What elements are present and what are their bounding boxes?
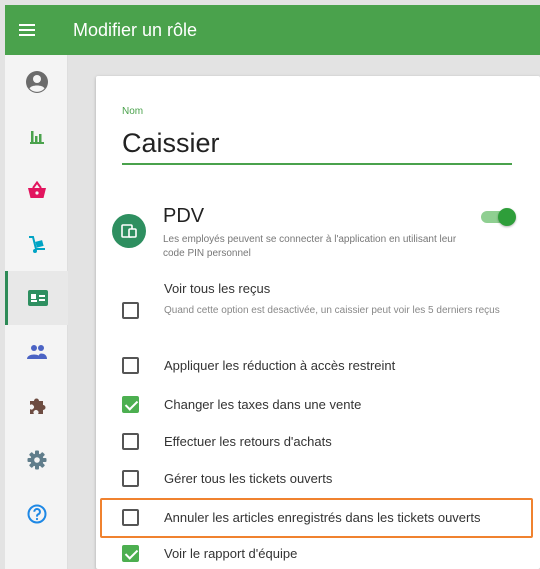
- account-circle-icon: [25, 71, 48, 93]
- sidebar-item-reports[interactable]: [5, 109, 68, 163]
- permission-label: Voir le rapport d'équipe: [164, 546, 298, 561]
- permission-label: Changer les taxes dans une vente: [164, 397, 362, 412]
- checkbox-refunds[interactable]: [122, 433, 139, 450]
- permission-label: Effectuer les retours d'achats: [164, 434, 332, 449]
- pos-icon: [112, 214, 146, 248]
- sidebar-item-items[interactable]: [5, 163, 68, 217]
- sidebar-item-settings[interactable]: [5, 433, 68, 487]
- sidebar-item-help[interactable]: [5, 487, 68, 541]
- menu-icon[interactable]: [5, 5, 49, 55]
- permission-label: Gérer tous les tickets ouverts: [164, 471, 333, 486]
- sidebar-item-integrations[interactable]: [5, 379, 68, 433]
- pos-access-toggle[interactable]: [481, 208, 516, 226]
- checkbox-void-ticket-items[interactable]: [122, 509, 139, 526]
- checkbox-change-taxes[interactable]: [122, 396, 139, 413]
- id-card-icon: [28, 290, 48, 306]
- checkbox-restricted-discounts[interactable]: [122, 357, 139, 374]
- permission-label: Appliquer les réduction à accès restrein…: [164, 358, 396, 373]
- sidebar-item-customers[interactable]: [5, 325, 68, 379]
- pos-section-description: Les employés peuvent se connecter à l'ap…: [163, 234, 457, 259]
- name-field-label: Nom: [122, 106, 144, 117]
- people-icon: [26, 345, 47, 359]
- checkbox-view-all-receipts[interactable]: [122, 302, 139, 319]
- puzzle-icon: [29, 398, 46, 414]
- bar-chart-icon: [29, 131, 44, 144]
- toggle-thumb: [498, 208, 516, 226]
- gear-icon: [27, 450, 46, 470]
- permission-label: Annuler les articles enregistrés dans le…: [164, 510, 481, 525]
- sidebar-item-inventory[interactable]: [5, 217, 68, 271]
- sidebar: [5, 55, 68, 569]
- app-bar: Modifier un rôle: [5, 5, 540, 55]
- page-title: Modifier un rôle: [73, 19, 198, 40]
- permission-description: Quand cette option est desactivée, un ca…: [164, 305, 500, 316]
- permission-label: Voir tous les reçus: [164, 281, 271, 296]
- sidebar-item-account[interactable]: [5, 55, 68, 109]
- sidebar-item-employees[interactable]: [5, 271, 68, 325]
- hand-truck-icon: [28, 236, 45, 253]
- name-field[interactable]: [122, 124, 512, 165]
- help-icon: [27, 504, 46, 524]
- basket-icon: [27, 181, 46, 198]
- checkbox-shift-report[interactable]: [122, 545, 139, 562]
- checkbox-manage-open-tickets[interactable]: [122, 470, 139, 487]
- pos-section-title: PDV: [163, 205, 205, 227]
